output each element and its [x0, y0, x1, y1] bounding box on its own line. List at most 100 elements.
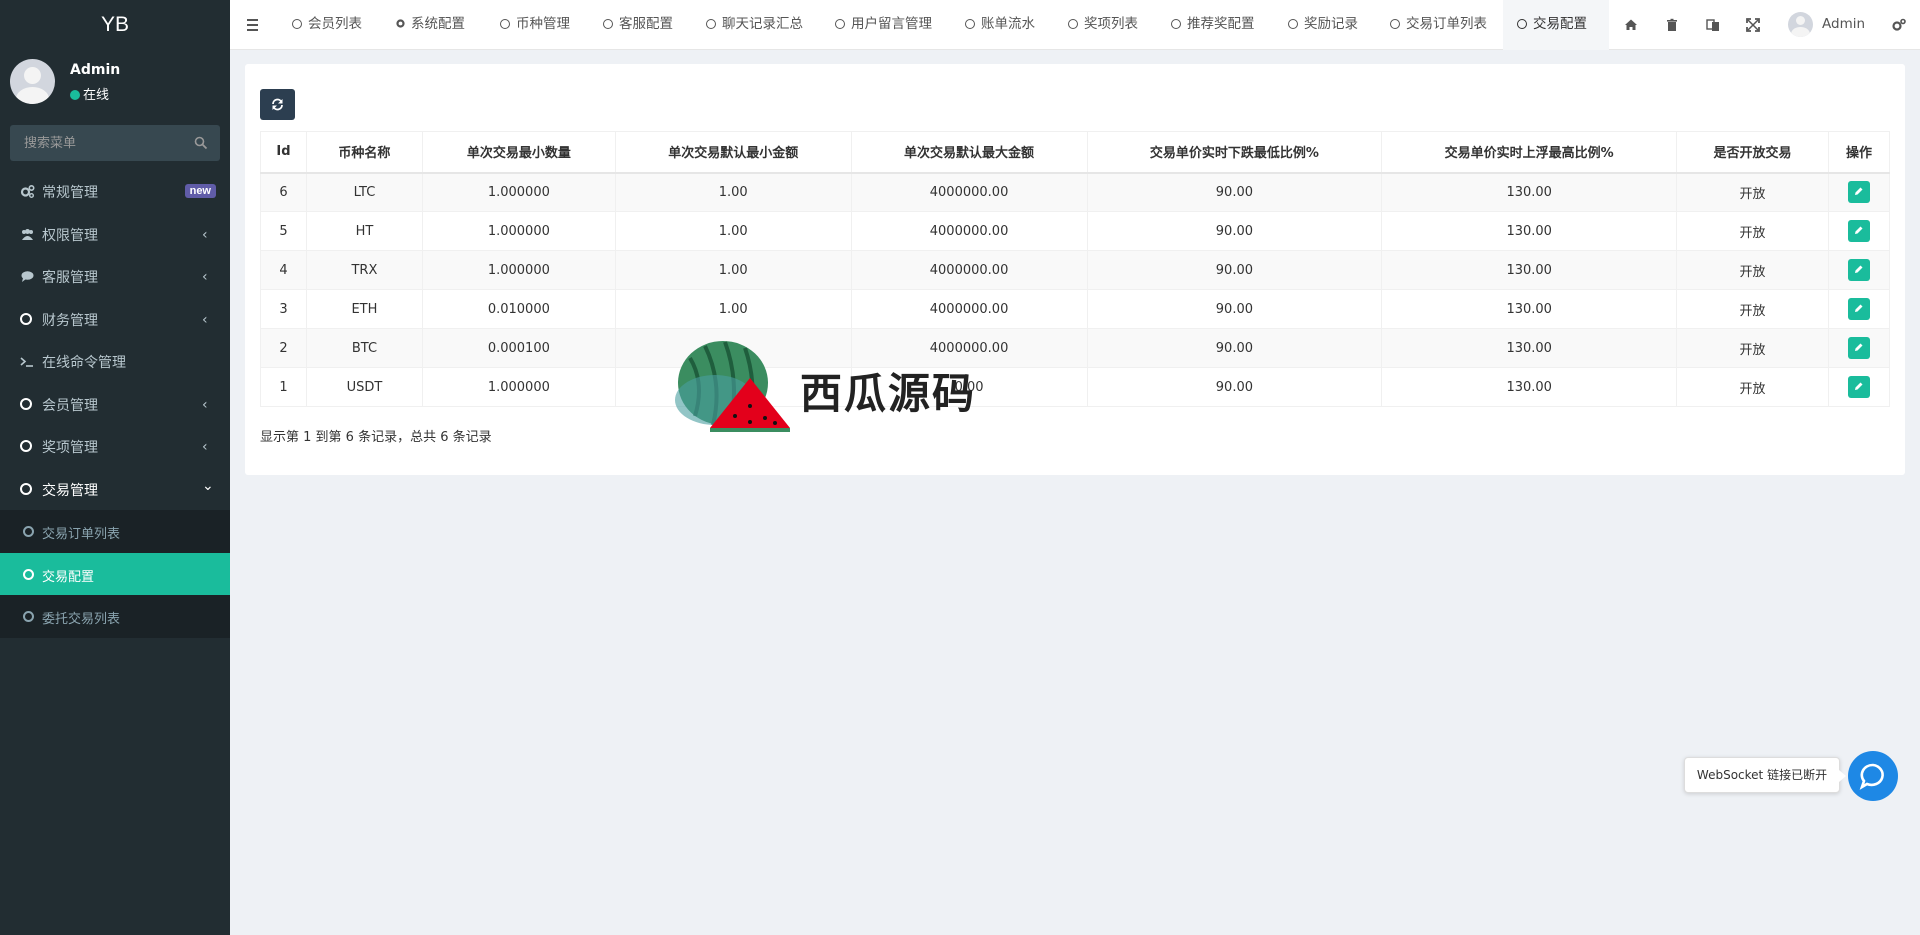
table-cell: 90.00 — [1086, 250, 1383, 290]
table-cell: 90.00 — [1086, 328, 1383, 368]
hamburger-menu-icon[interactable] — [230, 0, 274, 50]
table-cell: 90.00 — [1086, 289, 1383, 329]
circle-icon — [835, 19, 845, 29]
tab-reward-records[interactable]: 奖励记录 — [1288, 0, 1358, 50]
tab-user-messages[interactable]: 用户留言管理 — [835, 0, 932, 50]
sidebar-item-online-command[interactable]: 在线命令管理 — [0, 340, 230, 383]
chat-button[interactable] — [1848, 751, 1898, 801]
tab-chat-summary[interactable]: 聊天记录汇总 — [706, 0, 803, 50]
status-cell: 开放 — [1676, 172, 1829, 212]
circle-icon — [603, 19, 613, 29]
avatar — [1788, 12, 1813, 37]
tab-label: 会员列表 — [308, 16, 362, 32]
sidebar-item-permissions[interactable]: 权限管理 ‹ — [0, 213, 230, 256]
table-row: 2 BTC 0.000100 4000000.00 90.00 130.00 开放 — [260, 328, 1891, 368]
new-badge: new — [184, 184, 216, 198]
sidebar-item-trading[interactable]: 交易管理 ⌄ — [0, 468, 230, 511]
action-cell — [1827, 289, 1891, 329]
circle-icon — [1068, 19, 1078, 29]
circle-icon — [20, 312, 35, 327]
circle-icon — [20, 482, 35, 497]
fullscreen-icon[interactable] — [1745, 17, 1761, 33]
tab-label: 交易配置 — [1533, 16, 1587, 32]
search-icon[interactable] — [194, 136, 208, 150]
sidebar-item-label: 常规管理 — [42, 185, 98, 201]
table-cell: 4000000.00 — [850, 211, 1088, 251]
column-header[interactable]: 单次交易最小数量 — [421, 131, 616, 173]
table-cell: 90.00 — [1086, 172, 1383, 212]
table-row: 4 TRX 1.000000 1.00 4000000.00 90.00 130.00 开放 — [260, 250, 1891, 290]
table-cell: 4000000.00 — [850, 289, 1088, 329]
tab-referral-config[interactable]: 推荐奖配置 — [1171, 0, 1255, 50]
sidebar-subitem-label: 交易配置 — [42, 569, 95, 585]
pencil-icon — [1854, 226, 1863, 234]
action-cell — [1827, 250, 1891, 290]
tab-trade-config[interactable]: 交易配置 — [1503, 0, 1609, 50]
table-cell: 0.010000 — [421, 289, 616, 329]
tab-trade-orders[interactable]: 交易订单列表 — [1390, 0, 1487, 50]
tab-label: 推荐奖配置 — [1187, 16, 1255, 32]
tab-label: 交易订单列表 — [1406, 16, 1487, 32]
tab-service-config[interactable]: 客服配置 — [603, 0, 673, 50]
chevron-left-icon: ‹ — [202, 269, 208, 285]
sidebar-subitem-trade-config[interactable]: 交易配置 — [0, 552, 230, 595]
top-user-menu[interactable]: Admin — [1788, 12, 1898, 38]
tab-system-config[interactable]: 系统配置 — [395, 0, 465, 50]
column-header[interactable]: 交易单价实时上浮最高比例% — [1381, 131, 1678, 173]
sidebar-item-finance[interactable]: 财务管理 ‹ — [0, 298, 230, 341]
column-header[interactable]: 单次交易默认最大金额 — [850, 131, 1088, 173]
user-panel: Admin 在线 — [0, 50, 230, 115]
column-header[interactable]: 是否开放交易 — [1676, 131, 1829, 173]
sidebar-subitem-trade-orders[interactable]: 交易订单列表 — [0, 510, 230, 553]
table-cell: 4000000.00 — [850, 250, 1088, 290]
tab-bill-flow[interactable]: 账单流水 — [965, 0, 1035, 50]
edit-button[interactable] — [1847, 181, 1870, 204]
sidebar-nav: 常规管理 new 权限管理 ‹ 客服管理 ‹ 财务管理 ‹ 在线命令管理 会员管… — [0, 170, 230, 638]
home-icon[interactable] — [1623, 17, 1639, 33]
column-header[interactable]: 单次交易默认最小金额 — [614, 131, 852, 173]
circle-icon — [20, 397, 35, 412]
refresh-button[interactable] — [260, 89, 295, 120]
gears-icon[interactable] — [1891, 17, 1907, 33]
edit-button[interactable] — [1847, 220, 1870, 242]
pencil-icon — [1854, 382, 1863, 390]
tab-member-list[interactable]: 会员列表 — [292, 0, 362, 50]
table-cell: 1.000000 — [421, 250, 616, 290]
sidebar-item-general[interactable]: 常规管理 new — [0, 170, 230, 213]
chevron-left-icon: ‹ — [202, 439, 208, 455]
trade-config-table: Id 币种名称 单次交易最小数量 单次交易默认最小金额 单次交易默认最大金额 交… — [260, 131, 1891, 407]
menu-search-input[interactable] — [10, 125, 180, 161]
edit-button[interactable] — [1847, 376, 1870, 398]
trash-icon[interactable] — [1664, 17, 1680, 33]
tab-label: 奖项列表 — [1084, 16, 1138, 32]
watermelon-icon — [675, 341, 790, 432]
sidebar-item-label: 交易管理 — [42, 482, 98, 499]
edit-button[interactable] — [1847, 259, 1870, 281]
translate-icon[interactable] — [1705, 17, 1721, 33]
sidebar-item-members[interactable]: 会员管理 ‹ — [0, 383, 230, 426]
column-header[interactable]: 交易单价实时下跌最低比例% — [1086, 131, 1383, 173]
column-header[interactable]: Id — [260, 131, 307, 173]
table-cell: 1.00 — [614, 211, 852, 251]
table-cell: ETH — [305, 289, 423, 329]
comment-icon — [21, 271, 34, 282]
content-panel: Id 币种名称 单次交易最小数量 单次交易默认最小金额 单次交易默认最大金额 交… — [245, 64, 1905, 475]
sidebar-item-awards[interactable]: 奖项管理 ‹ — [0, 425, 230, 468]
table-cell: 0.000100 — [421, 328, 616, 368]
circle-icon — [500, 19, 510, 29]
chevron-left-icon: ‹ — [202, 226, 208, 243]
sidebar-subitem-entrust-orders[interactable]: 委托交易列表 — [0, 595, 230, 638]
table-cell: 4000000.00 — [850, 172, 1088, 212]
sidebar-item-customer-service[interactable]: 客服管理 ‹ — [0, 255, 230, 298]
column-header[interactable]: 币种名称 — [305, 131, 423, 173]
sidebar-item-label: 在线命令管理 — [42, 355, 126, 371]
watermark-text: 西瓜源码 — [800, 369, 977, 418]
tab-currency-management[interactable]: 币种管理 — [500, 0, 570, 50]
tab-award-list[interactable]: 奖项列表 — [1068, 0, 1138, 50]
menu-search — [10, 125, 220, 161]
edit-button[interactable] — [1847, 337, 1870, 359]
edit-button[interactable] — [1847, 298, 1870, 320]
tab-label: 用户留言管理 — [851, 16, 932, 32]
app-logo[interactable]: YB — [0, 0, 230, 50]
gear-icon — [396, 19, 405, 28]
